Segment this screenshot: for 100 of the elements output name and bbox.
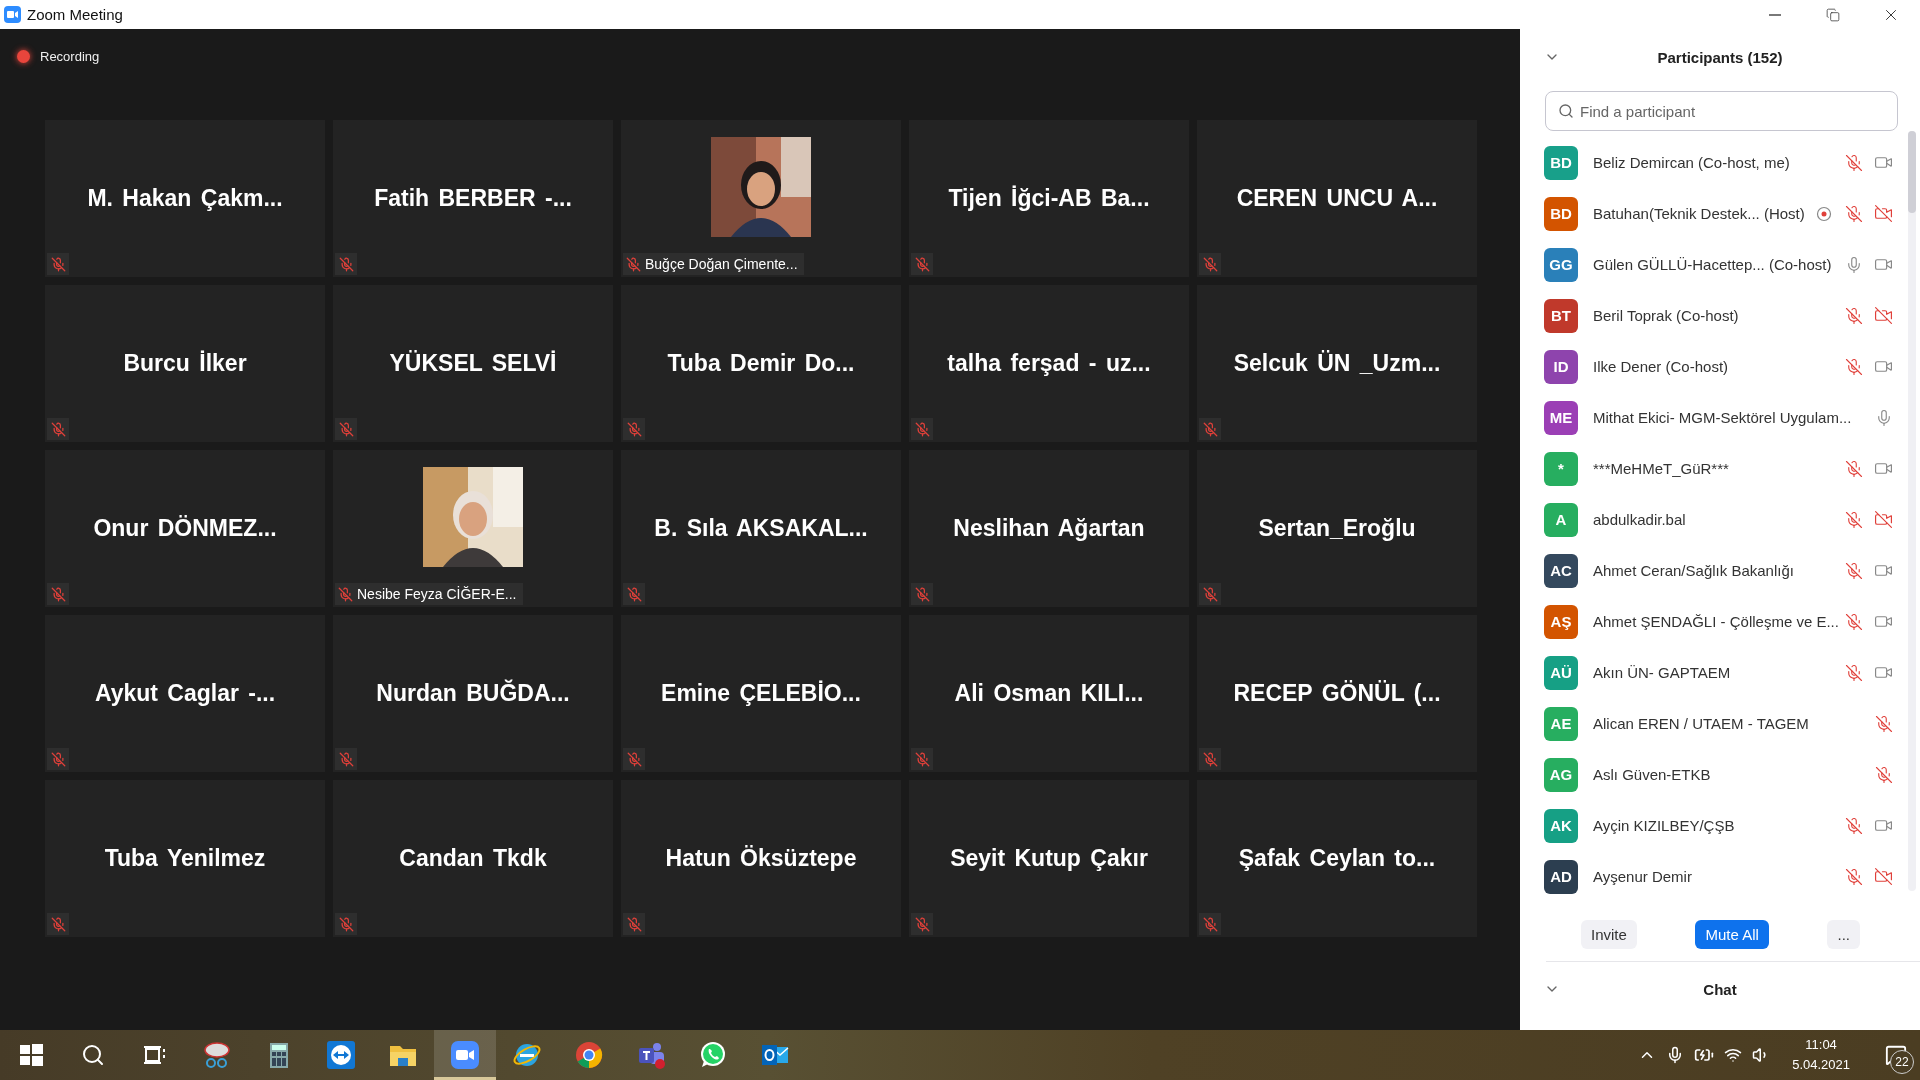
video-camera-icon — [450, 1040, 480, 1070]
avatar: AÜ — [1544, 655, 1578, 690]
muted-mic-icon[interactable] — [1844, 612, 1863, 631]
participant-name: Batuhan(Teknik Destek... (Host) — [1593, 205, 1806, 222]
participant-name: CEREN UNCU A... — [1236, 185, 1438, 212]
avatar: AE — [1544, 706, 1578, 741]
participant-name: Sertan_Eroğlu — [1258, 515, 1416, 542]
avatar: AK — [1544, 808, 1578, 843]
muted-mic-icon[interactable] — [1844, 867, 1863, 886]
participant-name: Aykut Caglar -... — [94, 680, 276, 707]
notification-button[interactable]: 22 — [1872, 1030, 1920, 1080]
panel-button[interactable]: Invite — [1581, 920, 1637, 949]
notification-icon — [1885, 1044, 1907, 1066]
participant-row[interactable]: ID Ilke Dener (Co-host) — [1520, 341, 1920, 392]
muted-mic-icon[interactable] — [1874, 765, 1893, 784]
participant-name: Ahmet ŞENDAĞLI - Çölleşme ve E... — [1593, 613, 1839, 630]
muted-mic-icon[interactable] — [1844, 561, 1863, 580]
participant-name: Akın ÜN- GAPTAEM — [1593, 664, 1732, 681]
scissors-icon — [202, 1040, 232, 1070]
participant-name: Selcuk ÜN _Uzm... — [1233, 350, 1441, 377]
participant-row[interactable]: AD Ayşenur Demir — [1520, 851, 1920, 902]
browser-icon — [574, 1040, 604, 1070]
avatar: BT — [1544, 298, 1578, 333]
participant-name: Ahmet Ceran/Sağlık Bakanlığı — [1593, 562, 1795, 579]
participant-name: Candan Tkdk — [399, 845, 547, 872]
participant-name: Burcu İlker — [123, 350, 247, 377]
participant-name: Mithat Ekici- MGM-Sektörel Uygulam... — [1593, 409, 1853, 426]
video-off-icon[interactable] — [1874, 204, 1894, 223]
participant-row[interactable]: A abdulkadir.bal — [1520, 494, 1920, 545]
participant-row[interactable]: BT Beril Toprak (Co-host) — [1520, 290, 1920, 341]
participant-name: Nesibe Feyza CİĞER-E... — [357, 586, 517, 602]
participant-row[interactable]: AÜ Akın ÜN- GAPTAEM — [1520, 647, 1920, 698]
participant-name: Gülen GÜLLÜ-Hacettep... (Co-host) — [1593, 256, 1833, 273]
participant-name: Ayçin KIZILBEY/ÇŞB — [1593, 817, 1736, 834]
participant-row[interactable]: BD Batuhan(Teknik Destek... (Host) — [1520, 188, 1920, 239]
participant-name: Emine ÇELEBİO... — [661, 680, 861, 707]
participant-name: Neslihan Ağartan — [953, 515, 1145, 542]
participant-row[interactable]: ME Mithat Ekici- MGM-Sektörel Uygulam... — [1520, 392, 1920, 443]
mute-all-button[interactable]: Mute All — [1695, 920, 1769, 949]
video-off-icon[interactable] — [1874, 867, 1894, 886]
participant-name: Beliz Demircan (Co-host, me) — [1593, 154, 1791, 171]
participant-row[interactable]: * ***MeHMeT_GüR*** — [1520, 443, 1920, 494]
muted-mic-icon[interactable] — [1844, 204, 1863, 223]
panel-button[interactable]: ... — [1827, 920, 1860, 949]
participant-name: talha ferşad - uz... — [947, 350, 1151, 377]
muted-mic-icon[interactable] — [1844, 306, 1863, 325]
avatar: * — [1544, 451, 1578, 486]
restore-icon — [1826, 7, 1840, 22]
participant-name: Beril Toprak (Co-host) — [1593, 307, 1740, 324]
participant-name: Aslı Güven-ETKB — [1593, 766, 1712, 783]
chat-title: Chat — [1702, 980, 1738, 998]
muted-mic-icon[interactable] — [1844, 459, 1863, 478]
scrollbar[interactable] — [1908, 131, 1916, 891]
recording-label: Recording — [40, 48, 100, 64]
participant-name: RECEP GÖNÜL (... — [1233, 680, 1441, 707]
scrollbar-thumb[interactable] — [1908, 131, 1916, 213]
clock[interactable]: 11:04 5.04.2021 — [1780, 1035, 1862, 1075]
notification-count: 22 — [1890, 1050, 1914, 1074]
participant-name: Tuba Yenilmez — [104, 845, 266, 872]
avatar: BD — [1544, 196, 1578, 231]
phone-chat-icon — [698, 1040, 728, 1070]
video-off-icon[interactable] — [1874, 510, 1894, 529]
participant-row[interactable]: AC Ahmet Ceran/Sağlık Bakanlığı — [1520, 545, 1920, 596]
participant-name: ***MeHMeT_GüR*** — [1593, 460, 1730, 477]
avatar: ME — [1544, 400, 1578, 435]
muted-mic-icon[interactable] — [1844, 510, 1863, 529]
avatar: BD — [1544, 145, 1578, 180]
avatar: AG — [1544, 757, 1578, 792]
taskbar-app-button[interactable] — [434, 1030, 496, 1080]
avatar: AD — [1544, 859, 1578, 894]
participant-name: Ayşenur Demir — [1593, 868, 1693, 885]
participant-name: Nurdan BUĞDA... — [376, 680, 570, 707]
participant-name: M. Hakan Çakm... — [87, 185, 283, 212]
participant-row[interactable]: BD Beliz Demircan (Co-host, me) — [1520, 137, 1920, 188]
search-field[interactable]: Find a participant — [1545, 91, 1898, 131]
app-logo-icon — [4, 6, 21, 23]
search-icon — [81, 1043, 105, 1067]
participant-name: Tuba Demir Do... — [667, 350, 855, 377]
muted-mic-icon[interactable] — [1844, 816, 1863, 835]
participant-name: Buğçe Doğan Çimente... — [645, 256, 798, 272]
participant-name: Ali Osman KILI... — [954, 680, 1144, 707]
muted-mic-icon[interactable] — [1844, 357, 1863, 376]
muted-mic-icon[interactable] — [1844, 153, 1863, 172]
participant-name: Fatih BERBER -... — [374, 185, 572, 212]
clock-time: 11:04 — [1805, 1036, 1837, 1054]
participant-name: Alican EREN / UTAEM - TAGEM — [1593, 715, 1810, 732]
avatar: A — [1544, 502, 1578, 537]
participant-name: Onur DÖNMEZ... — [93, 515, 277, 542]
muted-mic-icon[interactable] — [1874, 714, 1893, 733]
participant-row[interactable]: AŞ Ahmet ŞENDAĞLI - Çölleşme ve E... — [1520, 596, 1920, 647]
participant-row[interactable]: GG Gülen GÜLLÜ-Hacettep... (Co-host) — [1520, 239, 1920, 290]
participant-name: YÜKSEL SELVİ — [389, 350, 557, 377]
avatar: AŞ — [1544, 604, 1578, 639]
participant-row[interactable]: AE Alican EREN / UTAEM - TAGEM — [1520, 698, 1920, 749]
participant-row[interactable]: AK Ayçin KIZILBEY/ÇŞB — [1520, 800, 1920, 851]
muted-mic-icon[interactable] — [1844, 663, 1863, 682]
participant-row[interactable]: AG Aslı Güven-ETKB — [1520, 749, 1920, 800]
video-off-icon[interactable] — [1874, 306, 1894, 325]
participant-name: Hatun Öksüztepe — [665, 845, 857, 872]
wifi-icon[interactable] — [1724, 1046, 1743, 1064]
